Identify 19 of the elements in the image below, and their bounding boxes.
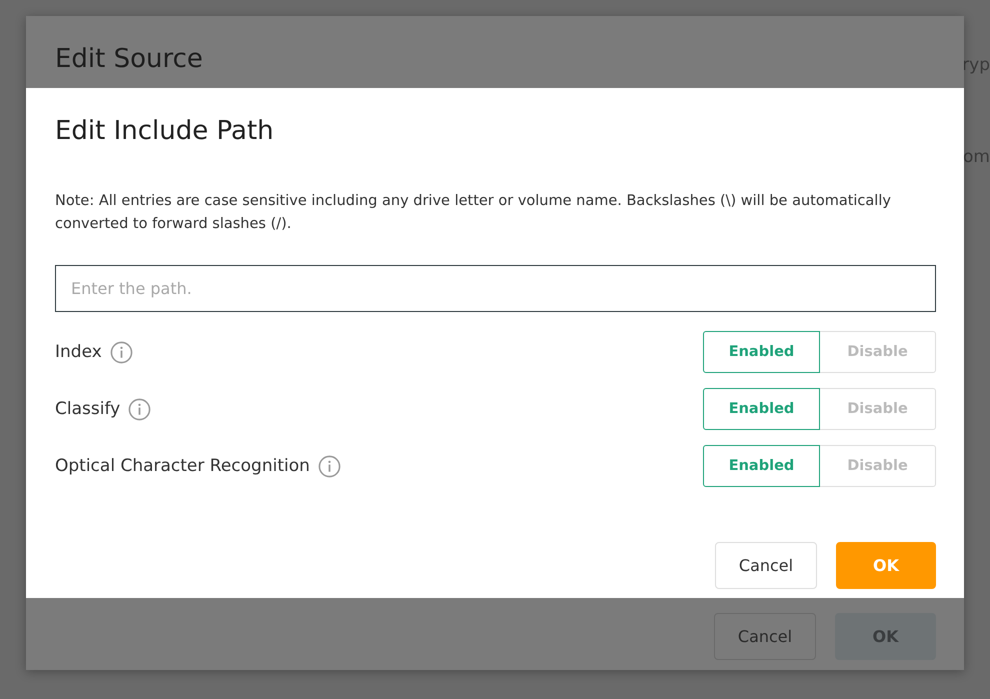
setting-label: Classify — [55, 399, 120, 419]
setting-label: Index — [55, 342, 102, 362]
toggle-option[interactable]: Disable — [819, 445, 936, 487]
info-icon — [128, 398, 152, 420]
dialog-title: Edit Include Path — [55, 116, 275, 146]
cancel-button[interactable]: Cancel — [714, 613, 816, 660]
info-icon — [110, 340, 133, 364]
toggle-option[interactable]: Enabled — [703, 331, 820, 373]
toggle-option[interactable]: Disable — [819, 388, 936, 430]
path-input-field[interactable]: Enter the path. — [55, 265, 936, 312]
ok-button[interactable]: OK — [836, 542, 936, 589]
toggle-option[interactable]: Enabled — [703, 445, 820, 487]
cancel-button[interactable]: Cancel — [715, 542, 817, 589]
setting-label: Optical Character Recognition — [55, 456, 310, 476]
dialog-title: Edit Source — [54, 43, 204, 74]
info-icon — [318, 454, 341, 478]
note-text: Note: All entries are case sensitive including any drive letter or volume name. Backslashes (\) will be automatically converted to forward slashes (/). — [55, 192, 892, 234]
toggle-option[interactable]: Disable — [819, 331, 936, 373]
toggle-option[interactable]: Enabled — [703, 388, 820, 430]
